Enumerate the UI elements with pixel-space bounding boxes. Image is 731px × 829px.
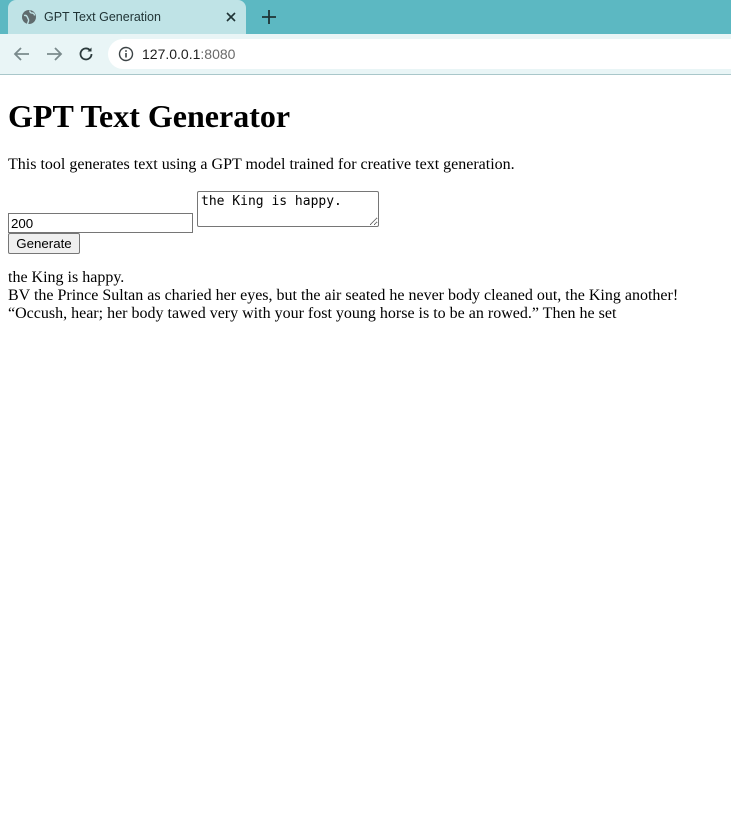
output-line: “Occush, hear; her body tawed very with … [8, 305, 617, 322]
reload-icon[interactable] [76, 44, 96, 64]
prompt-textarea[interactable]: the King is happy. [197, 191, 379, 227]
page-title: GPT Text Generator [8, 98, 291, 134]
tab-strip: GPT Text Generation [0, 0, 731, 34]
browser-tab[interactable]: GPT Text Generation [8, 0, 246, 34]
output-line: the King is happy. [8, 269, 125, 286]
info-icon[interactable] [118, 46, 134, 62]
address-bar[interactable]: 127.0.0.1:8080 [108, 39, 731, 69]
output-line: BV the Prince Sultan as charied her eyes… [8, 287, 679, 304]
browser-toolbar: 127.0.0.1:8080 [0, 34, 731, 75]
page-description: This tool generates text using a GPT mod… [8, 156, 515, 173]
back-arrow-icon[interactable] [12, 44, 32, 64]
new-tab-icon[interactable] [260, 8, 278, 26]
generate-button[interactable]: Generate [8, 233, 80, 254]
generated-output: the King is happy. BV the Prince Sultan … [8, 269, 723, 323]
globe-icon [21, 9, 37, 25]
url-port: :8080 [200, 46, 236, 62]
close-icon[interactable] [223, 9, 239, 25]
url-host: 127.0.0.1 [142, 46, 201, 62]
forward-arrow-icon[interactable] [44, 44, 64, 64]
length-input[interactable] [8, 213, 193, 233]
url-text: 127.0.0.1:8080 [142, 46, 235, 62]
tab-title: GPT Text Generation [44, 10, 161, 24]
